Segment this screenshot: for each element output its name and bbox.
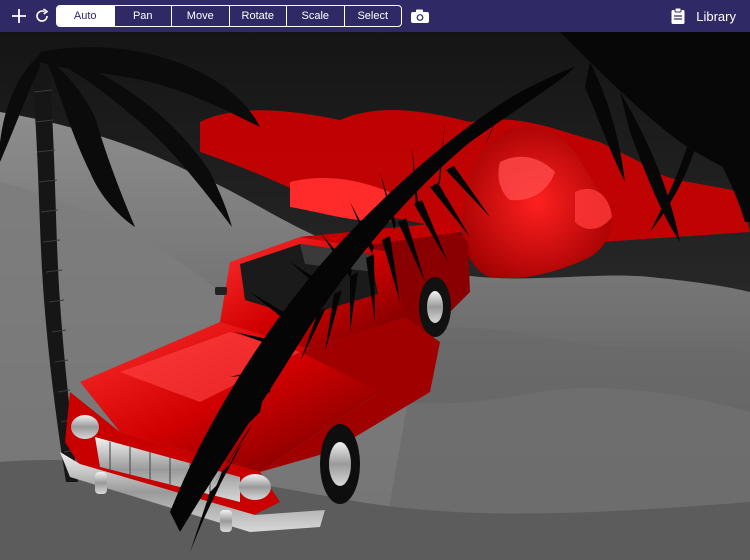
mode-auto[interactable]: Auto [57, 6, 115, 26]
mode-rotate[interactable]: Rotate [230, 6, 287, 26]
clipboard-icon [671, 7, 685, 24]
mode-select[interactable]: Select [345, 6, 402, 26]
camera-button[interactable] [408, 0, 432, 32]
mode-scale[interactable]: Scale [287, 6, 345, 26]
refresh-icon [36, 8, 49, 22]
library-button[interactable]: Library [670, 0, 736, 32]
plus-icon [12, 9, 26, 23]
mode-move[interactable]: Move [172, 6, 230, 26]
mode-segmented-control: Auto Pan Move Rotate Scale Select [56, 5, 402, 27]
add-button[interactable] [8, 0, 30, 32]
scene-render [0, 32, 750, 560]
3d-viewport[interactable] [0, 32, 750, 560]
camera-icon [411, 9, 429, 23]
refresh-button[interactable] [32, 0, 52, 32]
top-toolbar: Auto Pan Move Rotate Scale Select Librar… [0, 0, 750, 32]
mode-pan[interactable]: Pan [115, 6, 172, 26]
library-label: Library [696, 8, 736, 24]
